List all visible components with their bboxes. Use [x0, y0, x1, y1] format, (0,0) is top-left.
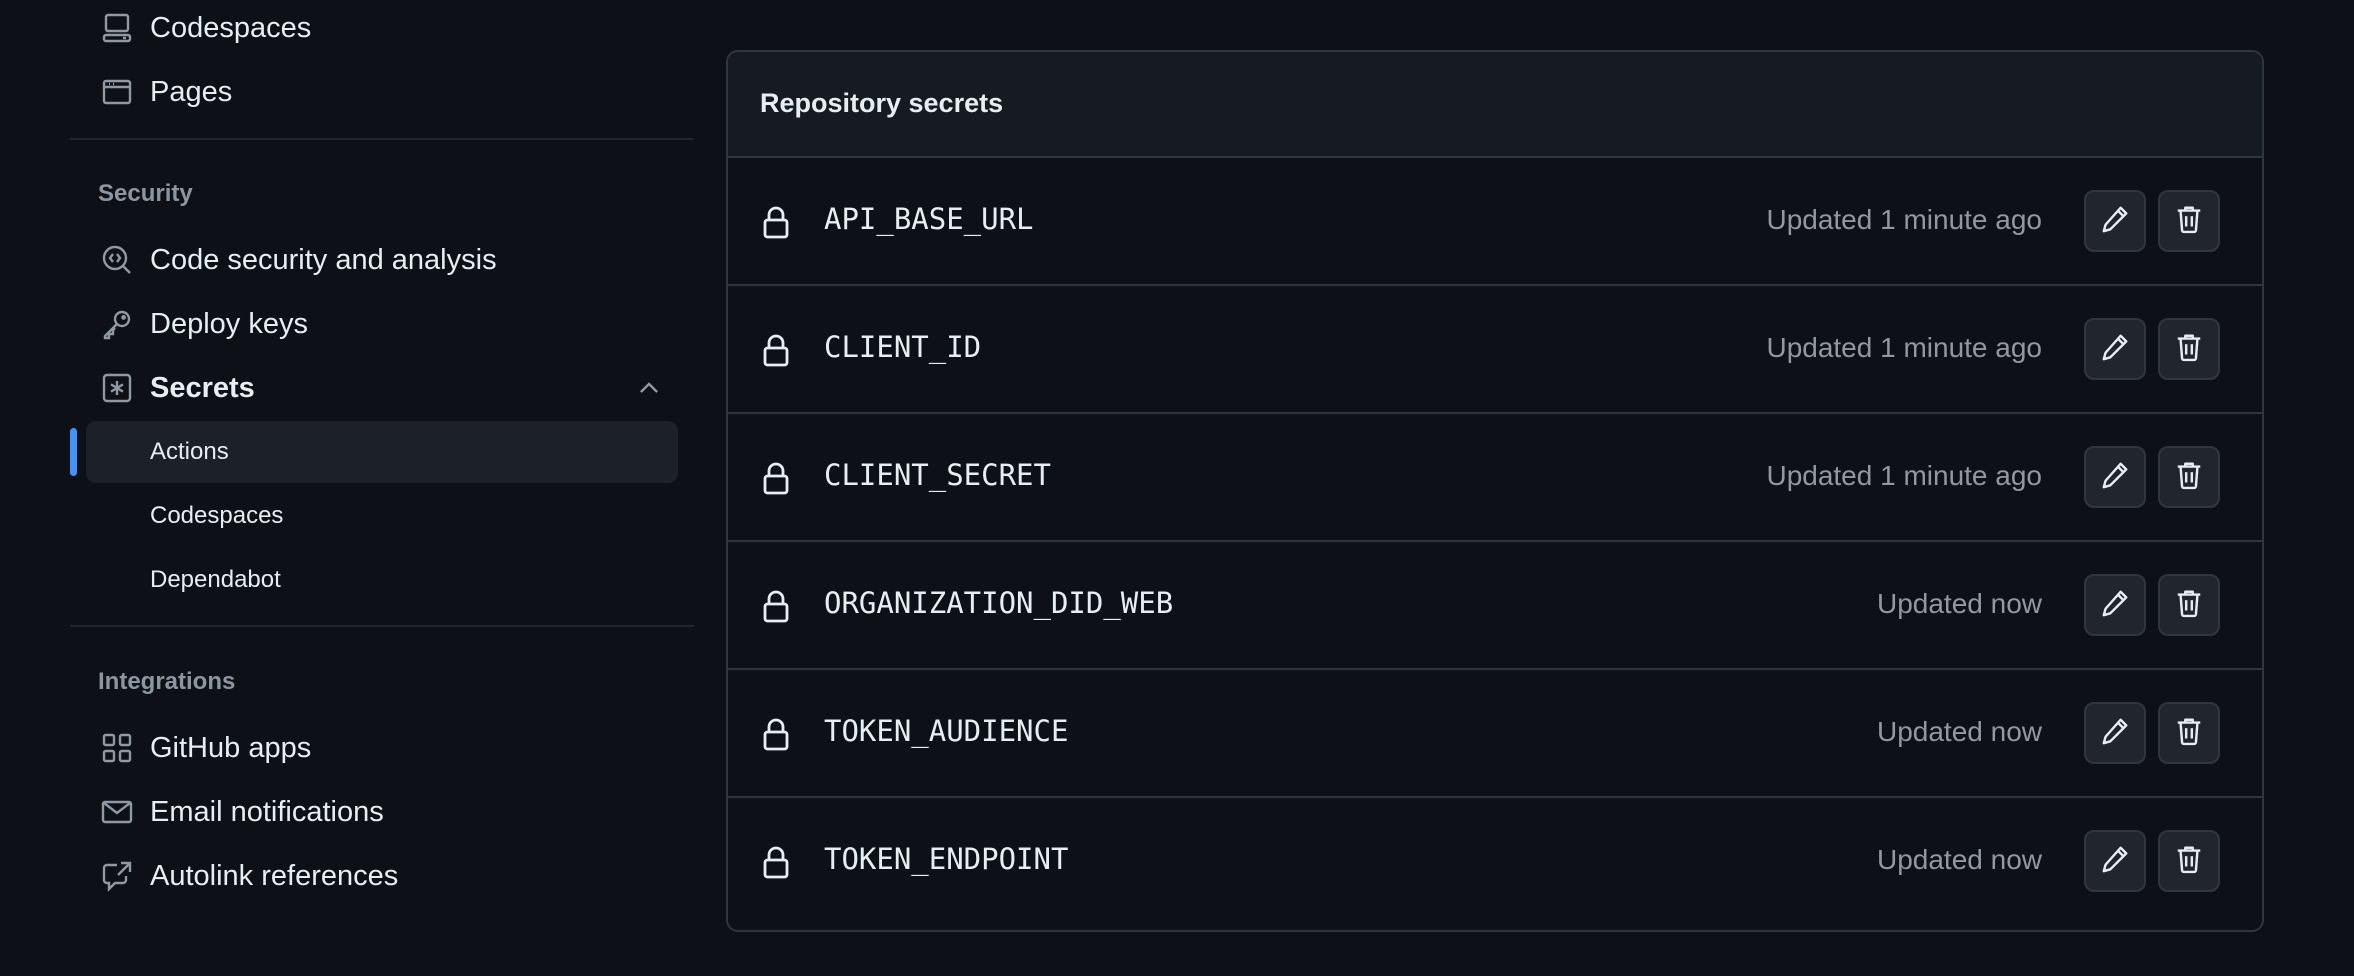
sidebar-divider	[70, 625, 694, 627]
delete-secret-button[interactable]	[2158, 574, 2220, 636]
lock-icon	[760, 332, 792, 368]
lock-icon	[760, 204, 792, 240]
trash-icon	[2174, 716, 2204, 751]
codespaces-icon	[100, 11, 134, 45]
settings-page: Codespaces Pages Security Code security …	[0, 0, 2354, 976]
sidebar-item-github-apps[interactable]: GitHub apps	[70, 720, 694, 776]
sidebar-item-label: Autolink references	[150, 859, 399, 892]
edit-secret-button[interactable]	[2084, 574, 2146, 636]
delete-secret-button[interactable]	[2158, 702, 2220, 764]
sidebar-item-email-notifications[interactable]: Email notifications	[70, 784, 694, 840]
secret-updated-time: Updated now	[1876, 844, 2042, 875]
sidebar-item-label: Secrets	[150, 371, 255, 404]
secret-name: API_BASE_URL	[824, 202, 1034, 236]
delete-secret-button[interactable]	[2158, 830, 2220, 892]
browser-icon	[100, 75, 134, 109]
sidebar-subitem-label: Dependabot	[150, 566, 281, 593]
sidebar-item-pages[interactable]: Pages	[70, 64, 694, 120]
delete-secret-button[interactable]	[2158, 190, 2220, 252]
secret-updated-time: Updated now	[1876, 716, 2042, 747]
secret-name: CLIENT_SECRET	[824, 458, 1051, 492]
secret-row: CLIENT_SECRET Updated 1 minute ago	[728, 414, 2262, 542]
lock-icon	[760, 716, 792, 752]
sidebar-item-label: Email notifications	[150, 795, 384, 828]
secret-row: TOKEN_AUDIENCE Updated now	[728, 670, 2262, 798]
edit-secret-button[interactable]	[2084, 446, 2146, 508]
cross-reference-icon	[100, 859, 134, 893]
section-heading-security: Security	[98, 180, 193, 207]
sidebar-item-secrets[interactable]: Secrets	[70, 360, 694, 416]
mail-icon	[100, 795, 134, 829]
sidebar-item-deploy-keys[interactable]: Deploy keys	[70, 296, 694, 352]
trash-icon	[2174, 204, 2204, 239]
sidebar-item-label: GitHub apps	[150, 731, 312, 764]
sidebar-item-label: Pages	[150, 75, 233, 108]
secret-name: CLIENT_ID	[824, 330, 982, 364]
secret-updated-time: Updated now	[1876, 588, 2042, 619]
sidebar-subitem-label: Actions	[150, 438, 229, 465]
pencil-icon	[2100, 716, 2130, 751]
lock-icon	[760, 588, 792, 624]
secret-name: ORGANIZATION_DID_WEB	[824, 586, 1174, 620]
secret-row: API_BASE_URL Updated 1 minute ago	[728, 158, 2262, 286]
sidebar-subitem-codespaces[interactable]: Codespaces	[86, 485, 678, 547]
secret-name: TOKEN_AUDIENCE	[824, 714, 1069, 748]
secret-row: CLIENT_ID Updated 1 minute ago	[728, 286, 2262, 414]
active-indicator	[70, 428, 77, 476]
sidebar-divider	[70, 138, 694, 140]
secret-name: TOKEN_ENDPOINT	[824, 842, 1069, 876]
codescan-icon	[100, 243, 134, 277]
secret-row: TOKEN_ENDPOINT Updated now	[728, 798, 2262, 926]
sidebar-subitem-dependabot[interactable]: Dependabot	[86, 549, 678, 611]
sidebar-item-label: Codespaces	[150, 11, 312, 44]
sidebar-item-codespaces[interactable]: Codespaces	[70, 0, 694, 56]
secret-updated-time: Updated 1 minute ago	[1766, 332, 2042, 363]
pencil-icon	[2100, 588, 2130, 623]
panel-title: Repository secrets	[760, 88, 1004, 118]
pencil-icon	[2100, 844, 2130, 879]
delete-secret-button[interactable]	[2158, 318, 2220, 380]
secret-row: ORGANIZATION_DID_WEB Updated now	[728, 542, 2262, 670]
key-icon	[100, 307, 134, 341]
lock-icon	[760, 844, 792, 880]
sidebar-subitem-label: Codespaces	[150, 502, 284, 529]
trash-icon	[2174, 844, 2204, 879]
sidebar-subitem-actions[interactable]: Actions	[86, 421, 678, 483]
edit-secret-button[interactable]	[2084, 702, 2146, 764]
sidebar-item-label: Deploy keys	[150, 307, 308, 340]
lock-icon	[760, 460, 792, 496]
edit-secret-button[interactable]	[2084, 190, 2146, 252]
chevron-up-icon[interactable]	[634, 373, 664, 403]
pencil-icon	[2100, 204, 2130, 239]
secret-updated-time: Updated 1 minute ago	[1766, 460, 2042, 491]
trash-icon	[2174, 460, 2204, 495]
edit-secret-button[interactable]	[2084, 318, 2146, 380]
sidebar-item-code-security[interactable]: Code security and analysis	[70, 232, 694, 288]
section-heading-integrations: Integrations	[98, 668, 236, 695]
apps-icon	[100, 731, 134, 765]
delete-secret-button[interactable]	[2158, 446, 2220, 508]
sidebar-item-autolink-references[interactable]: Autolink references	[70, 848, 694, 904]
secrets-icon	[100, 371, 134, 405]
sidebar-item-label: Code security and analysis	[150, 243, 497, 276]
secret-updated-time: Updated 1 minute ago	[1766, 204, 2042, 235]
trash-icon	[2174, 588, 2204, 623]
repository-secrets-panel: Repository secrets API_BASE_URL Updated …	[726, 50, 2264, 932]
panel-header: Repository secrets	[728, 52, 2262, 158]
trash-icon	[2174, 332, 2204, 367]
edit-secret-button[interactable]	[2084, 830, 2146, 892]
pencil-icon	[2100, 460, 2130, 495]
pencil-icon	[2100, 332, 2130, 367]
